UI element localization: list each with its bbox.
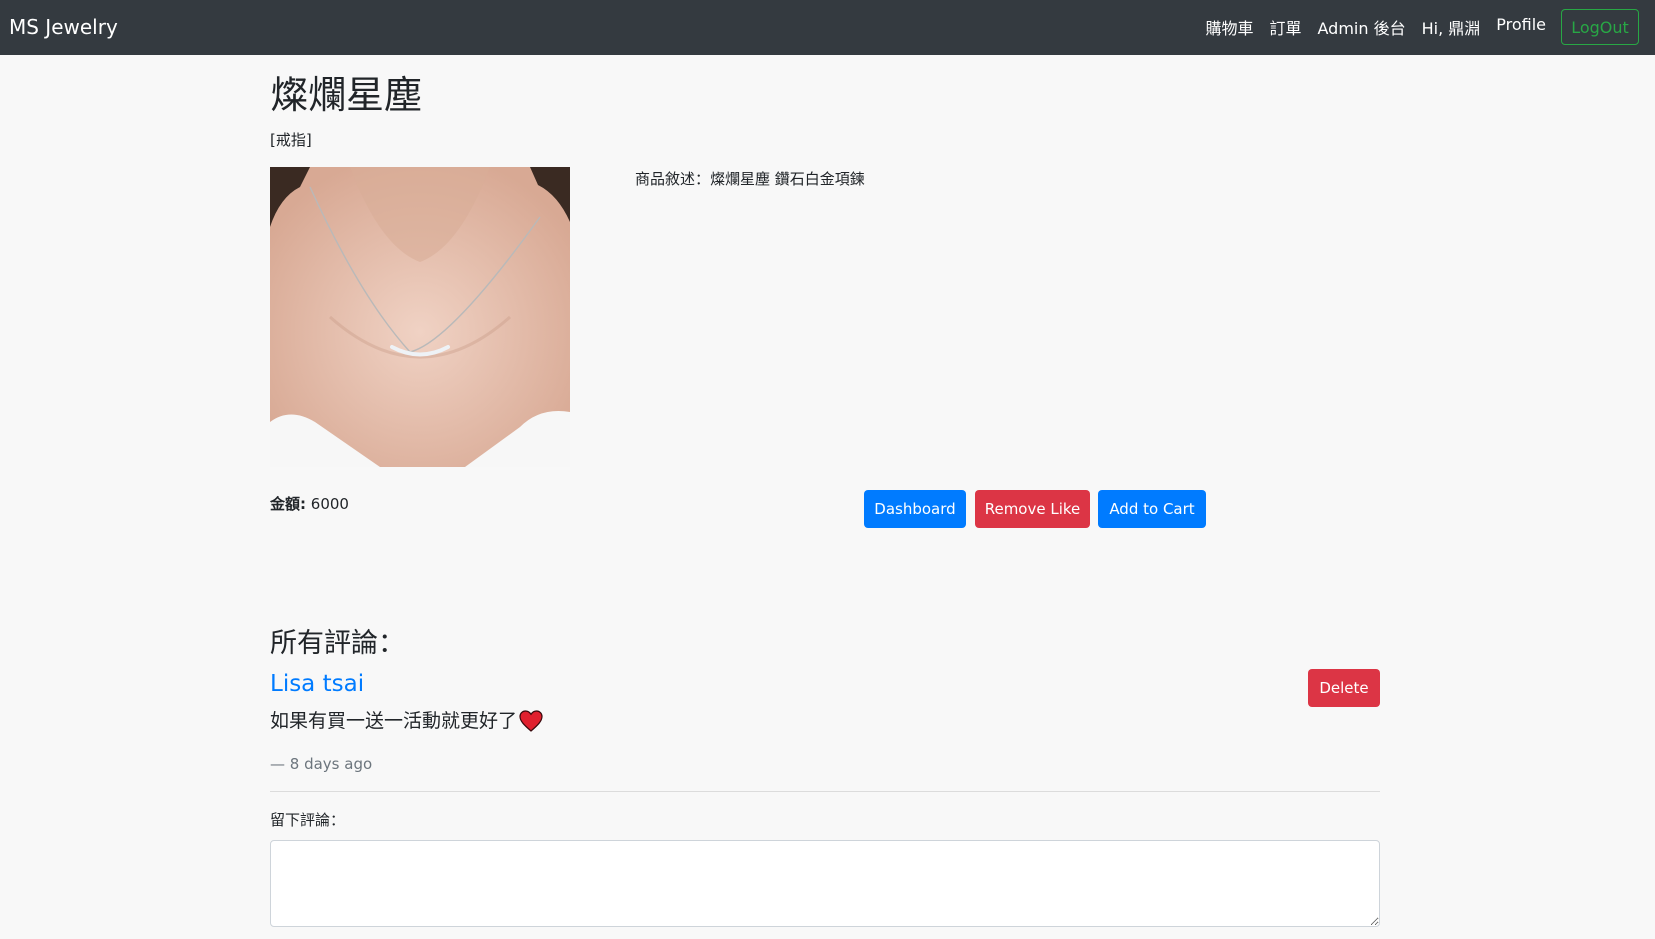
nav-greeting-link[interactable]: Hi, 鼎淵 [1414,15,1489,39]
nav-orders-link[interactable]: 訂單 [1261,15,1309,39]
comment-input[interactable] [270,840,1380,927]
comment-divider [270,791,1380,792]
product-image [270,167,570,467]
price-value: 6000 [310,495,349,513]
product-description: 商品敘述：燦爛星塵 鑽石白金項鍊 [635,170,865,188]
nav-admin-link[interactable]: Admin 後台 [1310,15,1414,39]
comment-timestamp: — 8 days ago [270,755,373,773]
nav-cart-link[interactable]: 購物車 [1197,15,1261,39]
remove-like-button[interactable]: Remove Like [975,490,1090,528]
comment-body: 如果有買一送一活動就更好了 [270,708,543,734]
dashboard-button[interactable]: Dashboard [864,490,966,528]
brand-link[interactable]: MS Jewelry [9,15,118,39]
leave-comment-label: 留下評論： [270,811,346,829]
product-title: 燦爛星塵 [270,73,423,117]
add-to-cart-button[interactable]: Add to Cart [1098,490,1206,528]
product-category: [戒指] [270,131,312,149]
product-price: 金額: 6000 [270,494,349,514]
price-label: 金額: [270,495,306,513]
comments-heading: 所有評論： [270,628,405,659]
nav-profile-link[interactable]: Profile [1488,15,1554,39]
comment-author-link[interactable]: Lisa tsai [270,668,364,700]
delete-comment-button[interactable]: Delete [1308,669,1380,707]
necklace-photo-icon [270,167,570,467]
comment-text: 如果有買一送一活動就更好了 [270,710,518,732]
heart-icon [519,710,543,732]
nav-links: 購物車 訂單 Admin 後台 Hi, 鼎淵 Profile [1197,15,1554,39]
top-navbar: MS Jewelry 購物車 訂單 Admin 後台 Hi, 鼎淵 Profil… [0,0,1655,55]
logout-button[interactable]: LogOut [1561,9,1639,45]
